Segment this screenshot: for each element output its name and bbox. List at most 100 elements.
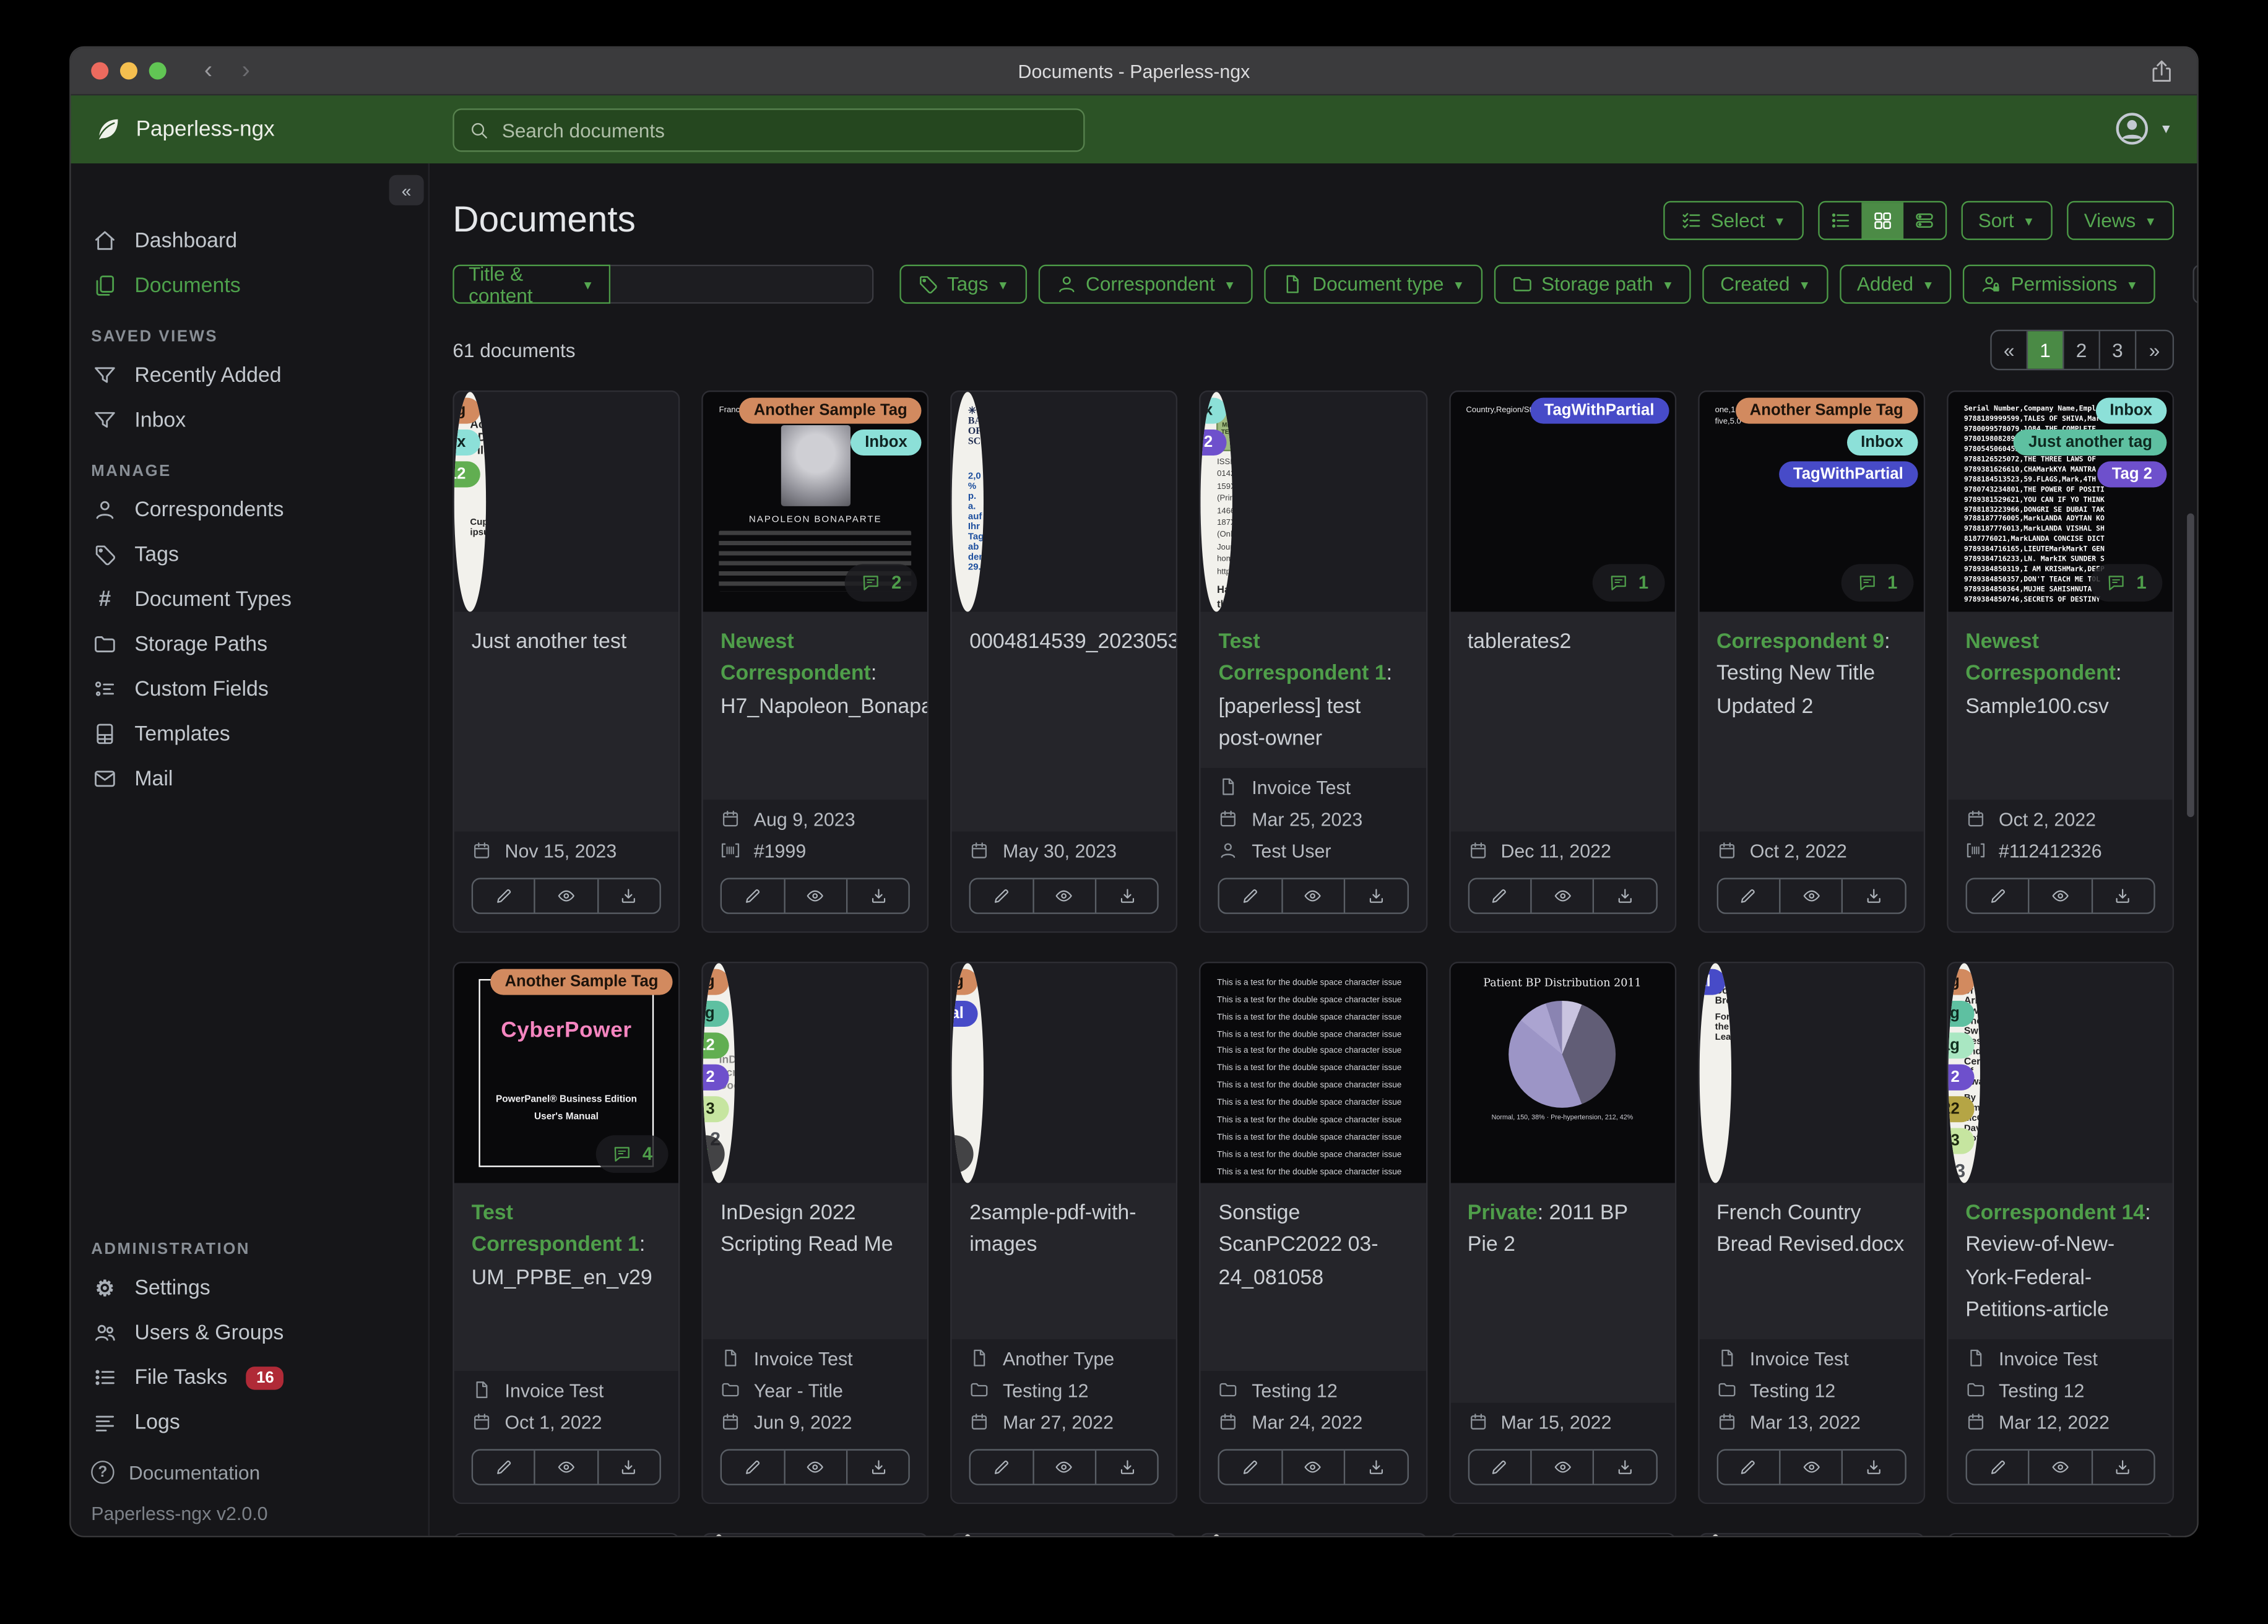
sidebar-item-tags[interactable]: Tags (71, 532, 428, 577)
view-button[interactable] (1531, 1450, 1595, 1484)
filter-button-added[interactable]: Added ▼ (1839, 264, 1952, 304)
tag-tag-3[interactable]: Tag 3 (703, 1095, 730, 1122)
document-title[interactable]: Test Correspondent 1: [paperless] test p… (1201, 611, 1426, 768)
tag-another-sample-tag[interactable]: Another Sample Tag (739, 397, 922, 424)
tag-another-sample-tag[interactable]: Another Sample Tag (1948, 969, 1975, 995)
document-title[interactable]: French Country Bread Revised.docx (1699, 1183, 1924, 1339)
close-window-button[interactable] (91, 62, 109, 80)
view-button[interactable] (785, 1450, 848, 1484)
sidebar-item-mail[interactable]: Mail (71, 756, 428, 801)
tag-another-sample-tag[interactable]: Another Sample Tag (1735, 397, 1918, 424)
tag-inbox[interactable]: Inbox (454, 429, 480, 456)
share-icon[interactable] (2149, 59, 2174, 84)
document-title[interactable]: tablerates2 (1450, 611, 1675, 832)
filter-button-permissions[interactable]: Permissions ▼ (1963, 264, 2156, 304)
edit-button[interactable] (1967, 1450, 2030, 1484)
tag-tag-2[interactable]: Tag 2 (1201, 429, 1227, 456)
comment-count-badge[interactable]: 1 (2090, 564, 2163, 602)
view-button[interactable] (1034, 1450, 1097, 1484)
document-title[interactable]: Private: 2011 BP Pie 2 (1450, 1183, 1675, 1403)
document-card[interactable]: CyberPower PowerPanel® Business Edition U… (452, 961, 680, 1504)
sidebar-collapse-button[interactable]: « (389, 175, 424, 205)
tag-just-another-tag[interactable]: Just another tag (703, 1000, 730, 1027)
sidebar-item-logs[interactable]: Logs (71, 1400, 428, 1445)
view-button[interactable] (535, 879, 599, 913)
tag-tagwithpartial[interactable]: TagWithPartial (1530, 397, 1669, 424)
tag-just-another-tag[interactable]: Just another tag (1948, 1000, 1975, 1027)
edit-button[interactable] (1718, 1450, 1781, 1484)
sidebar-item-storage-paths[interactable]: Storage Paths (71, 622, 428, 667)
comment-count-badge[interactable]: 4 (596, 1135, 669, 1173)
download-button[interactable] (847, 1450, 909, 1484)
download-button[interactable] (847, 879, 909, 912)
view-button[interactable] (1781, 1450, 1844, 1484)
edit-button[interactable] (1469, 1450, 1532, 1484)
sidebar-item-settings[interactable]: ⚙ Settings (71, 1266, 428, 1310)
view-button[interactable] (1781, 879, 1844, 913)
edit-button[interactable] (1220, 1450, 1283, 1484)
document-title[interactable]: Just another test (454, 611, 679, 832)
document-card[interactable]: This is a test for the double space char… (1200, 961, 1427, 1504)
sidebar-item-users-groups[interactable]: Users & Groups (71, 1310, 428, 1355)
correspondent-link[interactable]: Test Correspondent 1 (472, 1202, 639, 1258)
document-title[interactable]: Newest Correspondent: H7_Napoleon_Bonapa… (703, 611, 928, 800)
tag-tag-3[interactable]: Tag 3 (1948, 1128, 1975, 1154)
app-brand[interactable]: Paperless-ngx (71, 114, 275, 145)
tag-tag-2[interactable]: Tag 2 (2097, 461, 2167, 488)
correspondent-link[interactable]: Correspondent 9 (1716, 631, 1884, 654)
document-title[interactable]: Sonstige ScanPC2022 03-24_081058 (1201, 1183, 1426, 1371)
edit-button[interactable] (473, 879, 536, 913)
edit-button[interactable] (1469, 879, 1532, 913)
filter-button-created[interactable]: Created ▼ (1703, 264, 1829, 304)
tag-tag-222[interactable]: Tag 222 (1948, 1095, 1975, 1122)
correspondent-link[interactable]: Newest Correspondent (1965, 631, 2116, 686)
sidebar-item-documents[interactable]: Documents (71, 263, 428, 308)
comment-count-badge[interactable]: 1 (1592, 564, 1664, 602)
view-grid-button[interactable] (1861, 201, 1903, 238)
download-button[interactable] (1346, 879, 1407, 912)
tag-inbox[interactable]: Inbox (1846, 429, 1918, 456)
browser-forward-button[interactable]: › (230, 56, 262, 85)
edit-button[interactable] (971, 1450, 1034, 1484)
correspondent-link[interactable]: Private (1468, 1202, 1538, 1225)
document-card[interactable]: InDesign Scripting DocumentationAnother … (701, 961, 929, 1504)
field-selector-button[interactable]: Title & content ▼ (452, 262, 610, 306)
comment-count-badge[interactable]: 2 (845, 564, 918, 602)
download-button[interactable] (1595, 879, 1656, 912)
pagination-page-1[interactable]: 1 (2028, 331, 2064, 369)
tag-tag-2[interactable]: Tag 2 (1948, 1064, 1975, 1091)
documentation-link[interactable]: ? Documentation (91, 1453, 408, 1491)
browser-back-button[interactable]: ‹ (193, 56, 224, 85)
tag-tag-12[interactable]: Tag 12 (454, 461, 480, 488)
download-button[interactable] (2092, 1450, 2153, 1484)
download-button[interactable] (1595, 1450, 1656, 1484)
download-button[interactable] (1096, 879, 1158, 912)
user-menu[interactable]: ▼ (2113, 110, 2173, 148)
tag-another-sample-tag[interactable]: Another Sample Tag (952, 969, 979, 995)
document-card[interactable]: Contact Sheet DemoGiven a set of image f… (950, 1532, 1179, 1536)
document-card[interactable]: Another Sample Tag TagWithPartial 1 2sample… (950, 961, 1179, 1504)
document-card[interactable]: one,1.0 five,5.0 Another Sample Tag Inbox T… (1697, 390, 1925, 933)
view-button[interactable] (535, 1450, 599, 1484)
sidebar-item-dashboard[interactable]: Dashboard (71, 218, 428, 263)
filter-button-correspondent[interactable]: Correspondent ▼ (1037, 264, 1253, 304)
document-card[interactable]: Adobe Acrobat PDF FilesCupcake ipsumAnot… (452, 390, 680, 933)
document-card[interactable]: The SATPractice Test #1Make time to take… (1448, 1532, 1676, 1536)
tag-inbox[interactable]: Inbox (1201, 397, 1227, 424)
pagination-next[interactable]: » (2136, 331, 2172, 369)
tag-another-sample-tag[interactable]: Another Sample Tag (490, 969, 673, 995)
document-card[interactable]: Country,Region/State, TagWithPartial 1 tabl… (1448, 390, 1676, 933)
tag-tagwithpartial[interactable]: TagWithPartial (952, 1000, 979, 1027)
tag-tag-12[interactable]: Tag 12 (703, 1032, 730, 1059)
document-card[interactable]: Review of Arbitral Awards Shows Swift Re… (1946, 961, 2175, 1504)
sidebar-item-custom-fields[interactable]: Custom Fields (71, 667, 428, 711)
comment-count-badge[interactable]: 1 (1841, 564, 1914, 602)
sidebar-item-correspondents[interactable]: Correspondents (71, 487, 428, 532)
title-content-input[interactable] (610, 264, 873, 304)
document-card[interactable]: French Country BreadFor the LeavenTagWit… (1697, 961, 1925, 1504)
tag-tag-2[interactable]: Tag 2 (703, 1064, 730, 1091)
sidebar-item-templates[interactable]: Templates (71, 712, 428, 756)
view-button[interactable] (2030, 879, 2093, 913)
download-button[interactable] (1346, 1450, 1407, 1484)
scrollbar-thumb[interactable] (2187, 513, 2194, 818)
